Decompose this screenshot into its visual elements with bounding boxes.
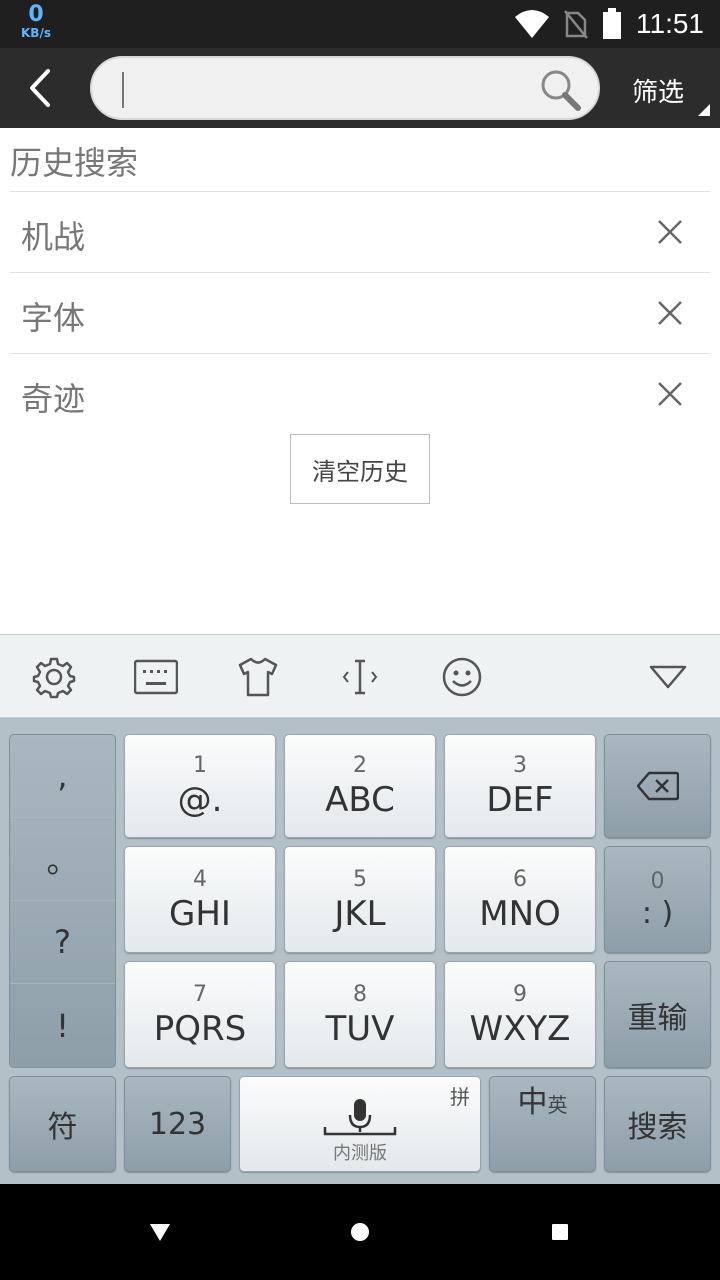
key-number: 2 xyxy=(353,753,367,778)
wifi-icon xyxy=(515,10,549,38)
history-item[interactable]: 机战 xyxy=(10,191,710,272)
history-item[interactable]: 奇迹 xyxy=(10,353,710,434)
key-letters: TUV xyxy=(325,1008,395,1049)
key-letters: GHI xyxy=(169,893,231,934)
key-1[interactable]: 1 @. xyxy=(124,734,276,838)
key-number: 6 xyxy=(513,866,527,892)
key-6[interactable]: 6 MNO xyxy=(444,846,596,953)
back-triangle-icon xyxy=(150,1224,170,1241)
history-item-label: 字体 xyxy=(21,299,86,337)
text-cursor-icon[interactable] xyxy=(338,655,382,699)
key-question[interactable]: ? xyxy=(10,901,115,984)
backspace-icon xyxy=(636,771,679,801)
key-number: 3 xyxy=(513,753,527,778)
close-icon[interactable] xyxy=(650,374,690,414)
key-0[interactable]: 0 : ) xyxy=(604,846,711,953)
status-bar: 0 KB/s 11:51 xyxy=(0,0,720,48)
smiley-icon[interactable] xyxy=(440,655,484,699)
key-number: 9 xyxy=(513,981,527,1007)
key-number: 7 xyxy=(193,981,207,1007)
filter-button[interactable]: 筛选 xyxy=(616,48,720,128)
space-key[interactable]: 拼 内测版 xyxy=(239,1076,481,1172)
key-letters: MNO xyxy=(479,893,561,934)
search-input[interactable] xyxy=(112,66,512,110)
key-letters: : ) xyxy=(641,895,674,931)
key-number: 1 xyxy=(193,753,207,778)
key-3[interactable]: 3 DEF xyxy=(444,734,596,838)
number-mode-key[interactable]: 123 xyxy=(124,1076,231,1172)
corner-triangle-icon xyxy=(698,104,710,116)
key-letters: DEF xyxy=(486,780,554,820)
network-speed-unit: KB/s xyxy=(21,26,51,40)
punctuation-column: , 。 ? ! xyxy=(9,734,116,1068)
network-speed-value: 0 xyxy=(28,2,44,27)
key-letters: WXYZ xyxy=(469,1008,571,1049)
history-item-label: 机战 xyxy=(21,218,86,256)
key-comma[interactable]: , xyxy=(10,735,115,818)
chevron-left-icon xyxy=(30,69,50,107)
key-exclamation[interactable]: ! xyxy=(10,984,115,1067)
key-2[interactable]: 2 ABC xyxy=(284,734,436,838)
history-title: 历史搜索 xyxy=(10,144,139,182)
search-box[interactable] xyxy=(90,56,600,120)
language-main-label: 中 xyxy=(517,1085,548,1120)
close-icon[interactable] xyxy=(650,212,690,252)
key-4[interactable]: 4 GHI xyxy=(124,846,276,953)
symbol-key[interactable]: 符 xyxy=(9,1076,116,1172)
no-sim-icon xyxy=(564,10,588,39)
symbol-label: 符 xyxy=(47,1110,78,1145)
key-period[interactable]: 。 xyxy=(10,818,115,901)
recents-square-icon xyxy=(552,1224,568,1240)
key-number: 5 xyxy=(353,866,367,892)
home-circle-icon xyxy=(351,1223,369,1241)
nav-recents-button[interactable] xyxy=(540,1212,580,1252)
key-number: 4 xyxy=(193,866,207,892)
key-letters: ABC xyxy=(325,780,395,820)
tshirt-icon[interactable] xyxy=(236,655,280,699)
history-item[interactable]: 字体 xyxy=(10,272,710,353)
key-letters: JKL xyxy=(334,893,386,934)
close-icon[interactable] xyxy=(650,293,690,333)
key-letters: PQRS xyxy=(153,1008,247,1049)
key-number: 8 xyxy=(353,981,367,1007)
keyboard-icon[interactable] xyxy=(134,655,178,699)
nav-back-button[interactable] xyxy=(140,1212,180,1252)
microphone-icon xyxy=(323,1099,397,1136)
history-item-label: 奇迹 xyxy=(21,380,86,418)
navigation-bar xyxy=(0,1184,720,1280)
back-button[interactable] xyxy=(18,66,62,110)
pinyin-label: 拼 xyxy=(450,1085,470,1109)
key-number: 0 xyxy=(650,868,665,894)
reinput-key[interactable]: 重输 xyxy=(604,961,711,1068)
text-cursor xyxy=(122,72,124,108)
collapse-triangle-icon[interactable] xyxy=(646,655,690,699)
key-9[interactable]: 9 WXYZ xyxy=(444,961,596,1068)
number-mode-label: 123 xyxy=(148,1106,207,1142)
search-key[interactable]: 搜索 xyxy=(604,1076,711,1172)
filter-label: 筛选 xyxy=(632,78,685,108)
key-5[interactable]: 5 JKL xyxy=(284,846,436,953)
search-icon[interactable] xyxy=(538,68,582,112)
key-7[interactable]: 7 PQRS xyxy=(124,961,276,1068)
key-letters: @. xyxy=(177,780,223,820)
keyboard-toolbar xyxy=(0,634,720,718)
backspace-key[interactable] xyxy=(604,734,711,838)
beta-label: 内测版 xyxy=(333,1143,387,1164)
key-8[interactable]: 8 TUV xyxy=(284,961,436,1068)
nav-home-button[interactable] xyxy=(340,1212,380,1252)
network-speed: 0 KB/s xyxy=(14,2,58,40)
app-bar: 筛选 xyxy=(0,48,720,128)
gear-icon[interactable] xyxy=(32,655,76,699)
clear-history-button[interactable]: 清空历史 xyxy=(290,434,430,504)
clock: 11:51 xyxy=(636,8,704,39)
battery-icon xyxy=(603,8,621,39)
keyboard: , 。 ? ! 1 @. 2 ABC 3 DEF 4 GHI 5 JKL 6 M… xyxy=(0,718,720,1184)
reinput-label: 重输 xyxy=(627,1000,688,1036)
language-switch-key[interactable]: 中 英 xyxy=(489,1076,596,1172)
language-sub-label: 英 xyxy=(547,1093,568,1117)
search-key-label: 搜索 xyxy=(627,1110,688,1145)
